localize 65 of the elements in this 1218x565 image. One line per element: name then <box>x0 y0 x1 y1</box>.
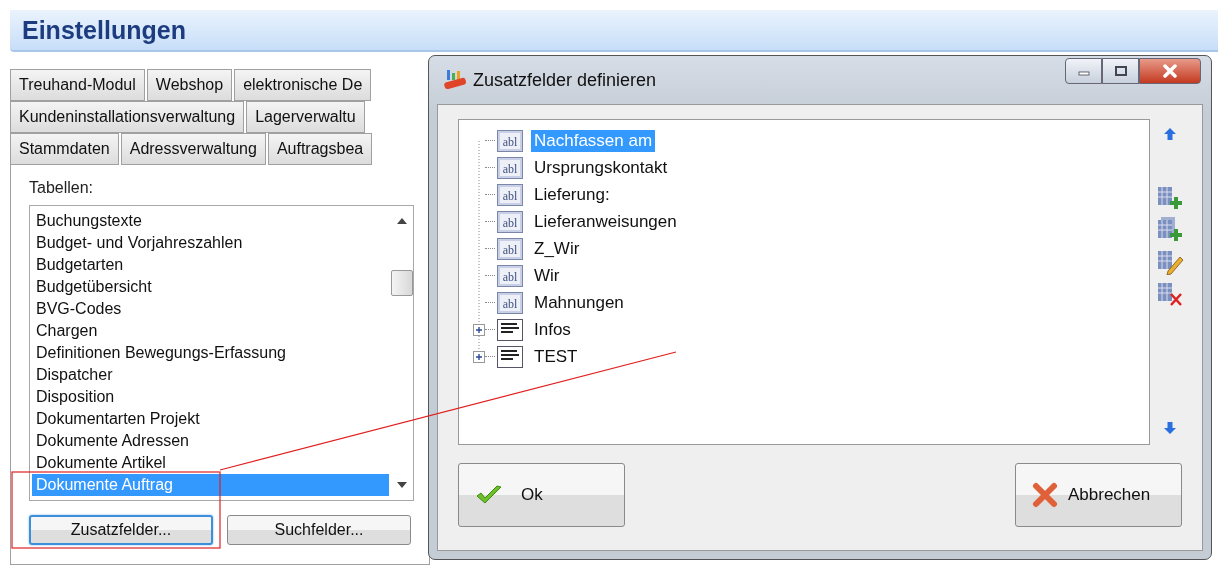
tab[interactable]: Webshop <box>146 69 233 101</box>
text-field-icon: abl <box>497 237 523 260</box>
tab[interactable]: Lagerverwaltu <box>246 101 365 133</box>
text-field-icon: abl <box>497 291 523 314</box>
close-icon <box>1162 64 1178 78</box>
minimize-button[interactable] <box>1065 58 1102 84</box>
tree-item[interactable]: TEST <box>531 345 581 368</box>
search-fields-button[interactable]: Suchfelder... <box>227 515 411 545</box>
list-item[interactable]: Budgetarten <box>32 254 389 276</box>
list-item[interactable]: Chargen <box>32 320 389 342</box>
additional-fields-button[interactable]: Zusatzfelder... <box>29 515 213 545</box>
scroll-up-icon[interactable] <box>397 218 407 224</box>
scroll-thumb[interactable] <box>391 270 413 296</box>
text-block-icon <box>497 345 523 368</box>
tab[interactable]: Treuhand-Modul <box>10 69 145 101</box>
text-field-icon: abl <box>497 210 523 233</box>
list-item[interactable]: BVG-Codes <box>32 298 389 320</box>
list-item[interactable]: Dokumente Artikel <box>32 452 389 474</box>
list-item[interactable]: Dokumente Adressen <box>32 430 389 452</box>
maximize-button[interactable] <box>1102 58 1139 84</box>
tab[interactable]: Stammdaten <box>10 133 119 165</box>
tree-item[interactable]: Infos <box>531 318 574 341</box>
list-item[interactable]: Disposition <box>32 386 389 408</box>
cancel-button[interactable]: Abbrechen <box>1015 463 1182 527</box>
text-block-icon <box>497 318 523 341</box>
text-field-icon: abl <box>497 129 523 152</box>
checkmark-icon <box>475 484 503 506</box>
maximize-icon <box>1114 66 1127 76</box>
close-icon <box>1032 482 1058 508</box>
field-tree[interactable]: abl Nachfassen am abl Ursprungskontakt abl Lieferung: abl Lieferanweisungen abl Z_Wir abl Wir abl Mahnungen Infos TEST <box>458 119 1150 445</box>
list-item[interactable]: Budget- und Vorjahreszahlen <box>32 232 389 254</box>
text-field-icon: abl <box>497 183 523 206</box>
tree-item[interactable]: Lieferung: <box>531 183 613 206</box>
tree-item[interactable]: Mahnungen <box>531 291 627 314</box>
page-title: Einstellungen <box>22 15 186 45</box>
scroll-down-icon[interactable] <box>397 482 407 488</box>
ok-button[interactable]: Ok <box>458 463 625 527</box>
add-table-icon[interactable] <box>1156 185 1184 211</box>
expand-icon[interactable] <box>473 350 485 363</box>
close-button[interactable] <box>1139 58 1201 84</box>
list-item[interactable]: Dokumentarten Projekt <box>32 408 389 430</box>
list-item[interactable]: Buchungstexte <box>32 210 389 232</box>
dialog-title: Zusatzfelder definieren <box>473 69 658 91</box>
tables-label: Tabellen: <box>29 179 95 197</box>
list-item[interactable]: Definitionen Bewegungs-Erfassung <box>32 342 389 364</box>
text-field-icon: abl <box>497 264 523 287</box>
delete-table-icon[interactable] <box>1156 281 1184 307</box>
list-item[interactable]: Dispatcher <box>32 364 389 386</box>
tree-item[interactable]: Z_Wir <box>531 237 583 260</box>
tab[interactable]: elektronische De <box>234 69 372 101</box>
tree-item[interactable]: Ursprungskontakt <box>531 156 671 179</box>
edit-table-icon[interactable] <box>1156 249 1184 275</box>
tab[interactable]: Kundeninstallationsverwaltung <box>10 101 245 133</box>
tree-item[interactable]: Wir <box>531 264 563 287</box>
tables-list[interactable] <box>29 205 414 501</box>
copy-table-icon[interactable] <box>1156 217 1184 243</box>
app-icon <box>443 68 469 92</box>
text-field-icon: abl <box>497 156 523 179</box>
move-down-icon[interactable] <box>1163 421 1177 435</box>
move-up-icon[interactable] <box>1163 127 1177 141</box>
tab[interactable]: Adressverwaltung <box>120 133 266 165</box>
tree-item[interactable]: Lieferanweisungen <box>531 210 680 233</box>
expand-icon[interactable] <box>473 323 485 336</box>
tab[interactable]: Auftragsbea <box>267 133 373 165</box>
list-item[interactable]: Budgetübersicht <box>32 276 389 298</box>
